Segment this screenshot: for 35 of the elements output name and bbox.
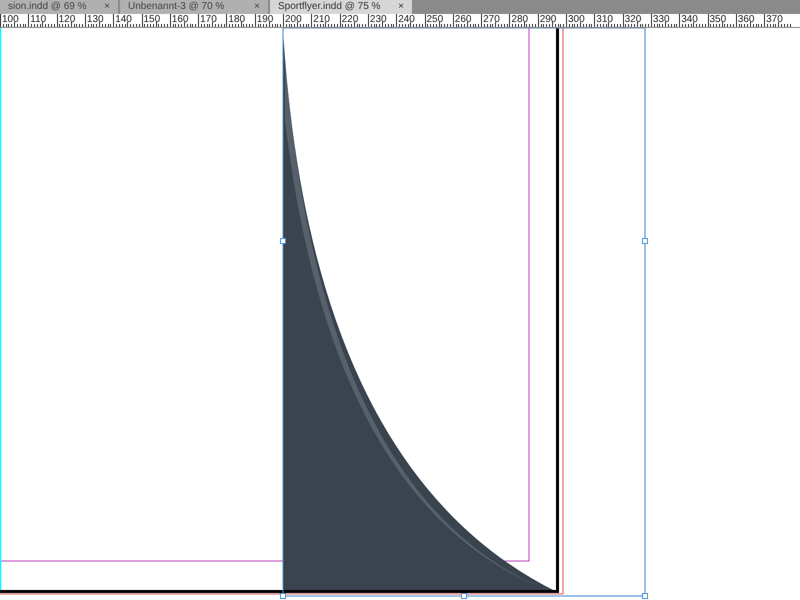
ruler-label: 140 — [115, 14, 132, 25]
ruler-label: 120 — [58, 14, 76, 25]
ruler-label: 100 — [2, 14, 19, 25]
ruler-label: 270 — [483, 14, 500, 25]
close-tab-button[interactable]: × — [398, 2, 404, 12]
ruler-label: 300 — [568, 14, 585, 25]
document-tab[interactable]: sion.indd @ 69 % × — [0, 0, 118, 14]
ruler-label: 210 — [313, 14, 330, 25]
ruler-label: 130 — [86, 14, 104, 25]
ruler-label: 310 — [596, 14, 613, 25]
ruler-label: 290 — [540, 14, 556, 25]
ruler-label: 220 — [342, 14, 358, 25]
document-tab[interactable]: Unbenannt-3 @ 70 % × — [120, 0, 268, 14]
close-tab-button[interactable]: × — [254, 2, 260, 12]
ruler-label: 340 — [681, 14, 698, 25]
close-tab-button[interactable]: × — [104, 2, 110, 12]
ruler-label: 260 — [454, 14, 472, 25]
ruler-label: 110 — [30, 14, 46, 25]
ruler-label: 330 — [652, 14, 670, 25]
ruler-label: 320 — [624, 14, 642, 25]
ruler-label: 230 — [370, 14, 387, 25]
ruler-label: 280 — [511, 14, 528, 25]
ruler-label: 240 — [398, 14, 415, 25]
ruler-label: 150 — [144, 14, 160, 25]
ruler-label: 180 — [228, 14, 246, 25]
ruler-label: 350 — [710, 14, 726, 25]
ruler-label: 170 — [200, 14, 217, 25]
ruler-label: 200 — [285, 14, 302, 25]
ruler-label: 370 — [766, 14, 783, 25]
ruler-label: 190 — [256, 14, 274, 25]
ruler-label: 360 — [738, 14, 754, 25]
ruler-label: 250 — [426, 14, 444, 25]
ruler-label: 160 — [172, 14, 188, 25]
selection-frame[interactable] — [280, 28, 648, 599]
document-tab[interactable]: Sportflyer.indd @ 75 % × — [270, 0, 412, 14]
